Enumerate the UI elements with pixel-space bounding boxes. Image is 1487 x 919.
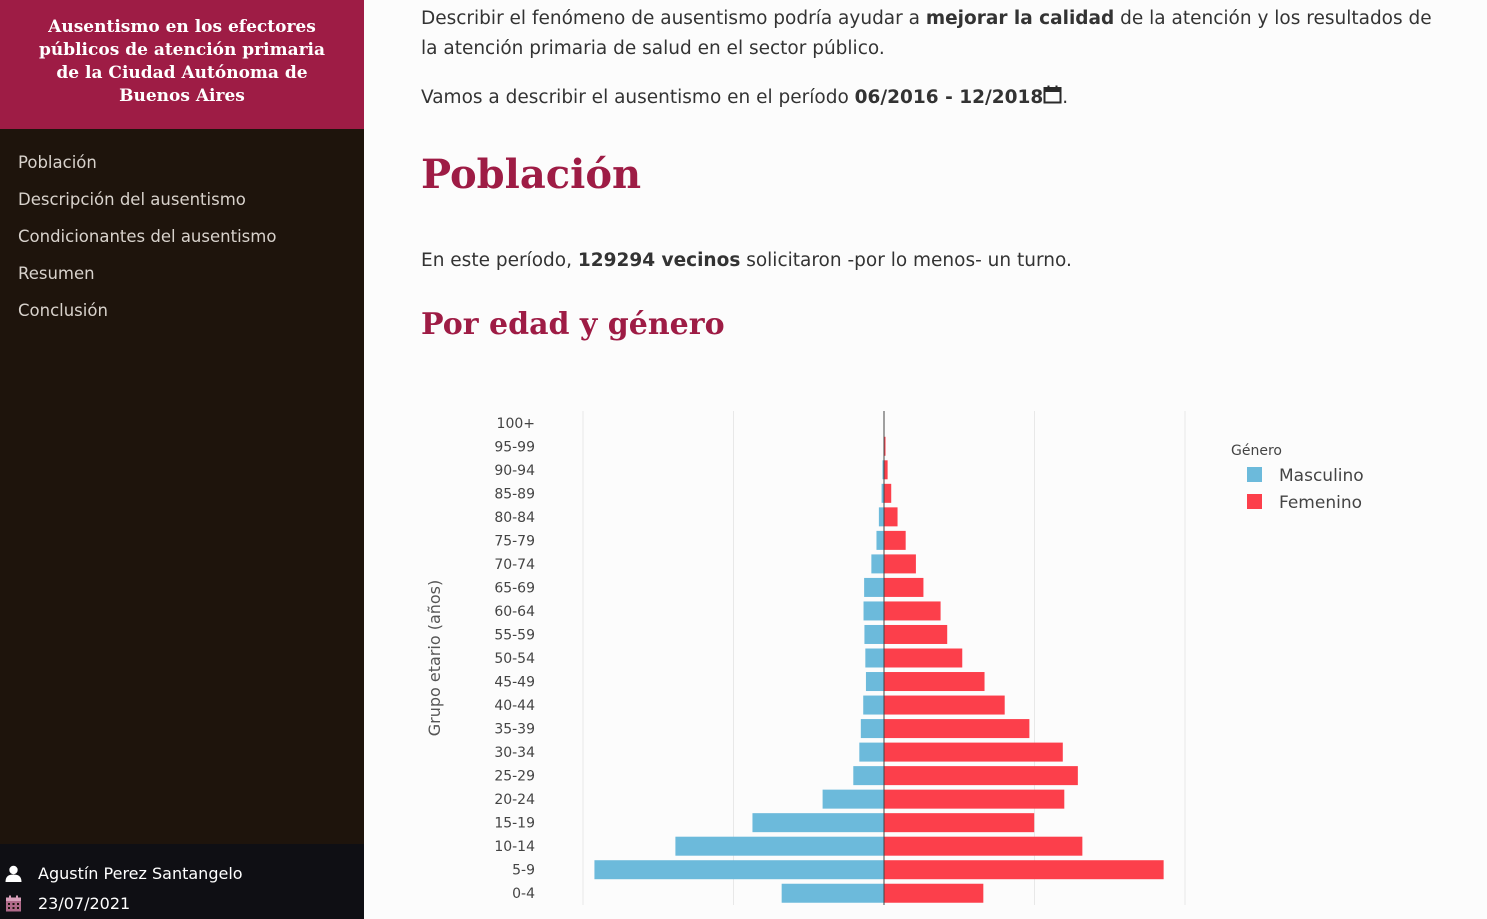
bar-femenino-90-94[interactable] — [884, 460, 888, 480]
bar-masculino-20-24[interactable] — [822, 789, 884, 809]
bar-masculino-25-29[interactable] — [853, 766, 884, 786]
bar-femenino-15-19[interactable] — [884, 813, 1035, 833]
y-tick-label: 25-29 — [494, 769, 535, 785]
bar-femenino-10-14[interactable] — [884, 836, 1083, 856]
y-tick-label: 0-4 — [512, 886, 535, 902]
bar-femenino-35-39[interactable] — [884, 719, 1030, 739]
bar-masculino-10-14[interactable] — [675, 836, 884, 856]
bar-masculino-70-74[interactable] — [871, 554, 884, 574]
bar-femenino-75-79[interactable] — [884, 530, 906, 550]
bar-femenino-30-34[interactable] — [884, 742, 1063, 762]
bar-masculino-65-69[interactable] — [864, 577, 884, 597]
y-tick-label: 100+ — [497, 416, 535, 432]
bar-femenino-40-44[interactable] — [884, 695, 1005, 715]
bar-femenino-70-74[interactable] — [884, 554, 916, 574]
bar-femenino-25-29[interactable] — [884, 766, 1078, 786]
legend-label-masculino[interactable]: Masculino — [1279, 466, 1364, 486]
y-tick-label: 40-44 — [494, 698, 535, 714]
legend-label-femenino[interactable]: Femenino — [1279, 493, 1362, 513]
y-tick-label: 35-39 — [494, 722, 535, 738]
y-tick-label: 70-74 — [494, 557, 535, 573]
bar-masculino-60-64[interactable] — [863, 601, 884, 621]
chart-bars — [594, 413, 1164, 903]
bar-femenino-55-59[interactable] — [884, 624, 948, 644]
bar-femenino-45-49[interactable] — [884, 672, 985, 692]
bar-masculino-30-34[interactable] — [859, 742, 884, 762]
y-tick-label: 90-94 — [494, 463, 535, 479]
y-tick-label: 50-54 — [494, 651, 535, 667]
bar-masculino-15-19[interactable] — [752, 813, 884, 833]
y-tick-label: 5-9 — [512, 863, 535, 879]
y-tick-label: 65-69 — [494, 580, 535, 596]
bar-masculino-0-4[interactable] — [781, 883, 884, 903]
bar-femenino-0-4[interactable] — [884, 883, 984, 903]
bar-femenino-85-89[interactable] — [884, 483, 892, 503]
y-tick-label: 95-99 — [494, 439, 535, 455]
bar-masculino-80-84[interactable] — [878, 507, 884, 527]
y-tick-label: 15-19 — [494, 816, 535, 832]
y-tick-label: 20-24 — [494, 792, 535, 808]
bar-femenino-80-84[interactable] — [884, 507, 898, 527]
y-tick-label: 45-49 — [494, 675, 535, 691]
bar-masculino-5-9[interactable] — [594, 860, 884, 880]
y-axis-ticks: 100+ 95-99 90-94 85-89 80-84 75-79 70-74 65-69 6… — [494, 416, 535, 902]
bar-masculino-40-44[interactable] — [863, 695, 884, 715]
chart-legend[interactable]: Género Masculino Femenino — [1231, 443, 1364, 513]
bar-masculino-55-59[interactable] — [864, 624, 884, 644]
y-axis-label: Grupo etario (años) — [425, 580, 444, 737]
bar-femenino-65-69[interactable] — [884, 577, 924, 597]
y-tick-label: 75-79 — [494, 533, 535, 549]
y-tick-label: 60-64 — [494, 604, 535, 620]
bar-femenino-60-64[interactable] — [884, 601, 941, 621]
bar-masculino-35-39[interactable] — [860, 719, 884, 739]
bar-femenino-20-24[interactable] — [884, 789, 1065, 809]
y-tick-label: 30-34 — [494, 745, 535, 761]
y-tick-label: 55-59 — [494, 627, 535, 643]
bar-masculino-75-79[interactable] — [876, 530, 884, 550]
legend-swatch-masculino — [1247, 467, 1262, 482]
y-tick-label: 85-89 — [494, 486, 535, 502]
y-tick-label: 80-84 — [494, 510, 535, 526]
legend-title: Género — [1231, 443, 1282, 459]
bar-femenino-5-9[interactable] — [884, 860, 1164, 880]
bar-femenino-50-54[interactable] — [884, 648, 963, 668]
bar-masculino-45-49[interactable] — [865, 672, 884, 692]
population-pyramid-chart[interactable]: 100+ 95-99 90-94 85-89 80-84 75-79 70-74 65-69 6… — [0, 0, 1487, 919]
bar-masculino-50-54[interactable] — [865, 648, 884, 668]
legend-swatch-femenino — [1247, 494, 1262, 509]
y-tick-label: 10-14 — [494, 839, 535, 855]
